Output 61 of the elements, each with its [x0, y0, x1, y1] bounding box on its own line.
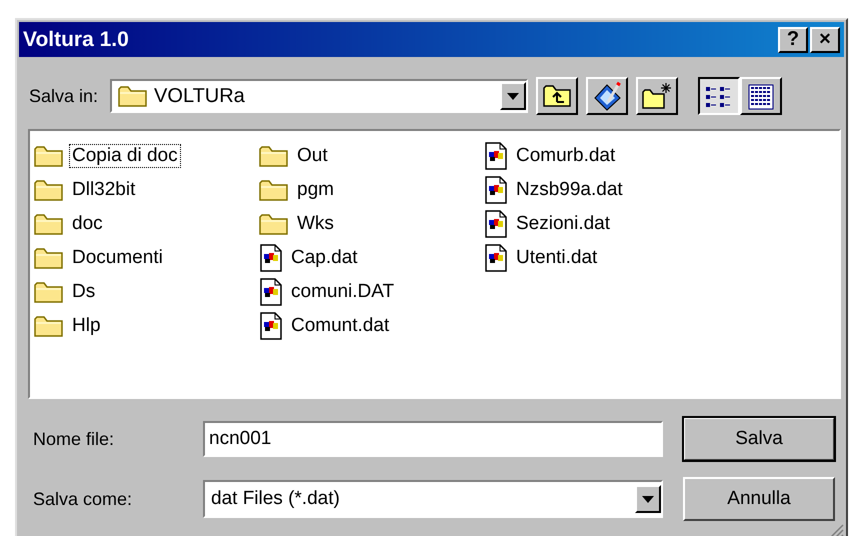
folder-item[interactable]: doc [69, 212, 106, 236]
save-button[interactable]: Salva [683, 417, 835, 461]
folder-dropdown[interactable]: VOLTURa [110, 79, 528, 113]
details-view-icon [748, 84, 774, 110]
list-view-button[interactable] [698, 77, 740, 115]
new-folder-button[interactable] [636, 77, 678, 115]
folder-item[interactable]: Copia di doc [69, 144, 181, 168]
file-item[interactable]: Nzsb99a.dat [513, 178, 626, 202]
save-as-label: Salva come: [33, 488, 134, 510]
file-item[interactable]: Comunt.dat [288, 314, 392, 338]
folder-icon [34, 280, 64, 304]
up-folder-button[interactable] [536, 77, 578, 115]
up-folder-icon [543, 85, 571, 107]
folder-icon [259, 212, 289, 236]
folder-icon [34, 178, 64, 202]
folder-item[interactable]: Documenti [69, 246, 166, 270]
save-in-label: Salva in: [29, 86, 98, 106]
desktop-icon [594, 82, 621, 111]
dropdown-arrow-icon [507, 92, 520, 100]
file-icon [484, 244, 508, 272]
new-folder-icon [642, 82, 672, 109]
folder-item[interactable]: Dll32bit [69, 178, 138, 202]
file-type-dropdown[interactable]: dat Files (*.dat) [203, 480, 663, 518]
folder-item[interactable]: Out [294, 144, 331, 168]
file-icon [484, 210, 508, 238]
window-title: Voltura 1.0 [23, 28, 130, 52]
cancel-button[interactable]: Annulla [683, 477, 835, 521]
folder-name: VOLTURa [154, 84, 246, 108]
help-button[interactable]: ? [778, 26, 808, 52]
file-icon [259, 278, 283, 306]
folder-icon [34, 144, 64, 168]
dropdown-arrow-icon [642, 496, 654, 502]
folder-item[interactable]: Ds [69, 280, 98, 304]
file-icon [484, 142, 508, 170]
folder-icon [259, 178, 289, 202]
filename-field[interactable]: ncn001 [203, 421, 663, 457]
folder-icon [34, 246, 64, 270]
list-view-icon [706, 87, 731, 107]
folder-icon [34, 314, 64, 338]
file-icon [259, 312, 283, 340]
folder-icon [34, 212, 64, 236]
folder-item[interactable]: pgm [294, 178, 337, 202]
filename-label: Nome file: [33, 428, 116, 450]
file-item[interactable]: comuni.DAT [288, 280, 398, 304]
resize-grip-icon[interactable] [828, 522, 844, 536]
file-icon [259, 244, 283, 272]
file-item[interactable]: Cap.dat [288, 246, 361, 270]
close-button[interactable]: × [810, 26, 840, 52]
file-item[interactable]: Sezioni.dat [513, 212, 614, 236]
file-item[interactable]: Utenti.dat [513, 246, 600, 270]
folder-icon [259, 144, 289, 168]
open-folder-icon [118, 84, 148, 108]
file-type-value: dat Files (*.dat) [211, 488, 341, 510]
dropdown-button[interactable] [500, 82, 526, 110]
folder-item[interactable]: Wks [294, 212, 337, 236]
file-item[interactable]: Comurb.dat [513, 144, 618, 168]
file-icon [484, 176, 508, 204]
folder-item[interactable]: Hlp [69, 314, 104, 338]
details-view-button[interactable] [740, 77, 782, 115]
desktop-button[interactable] [586, 77, 628, 115]
dropdown-button[interactable] [635, 485, 661, 513]
